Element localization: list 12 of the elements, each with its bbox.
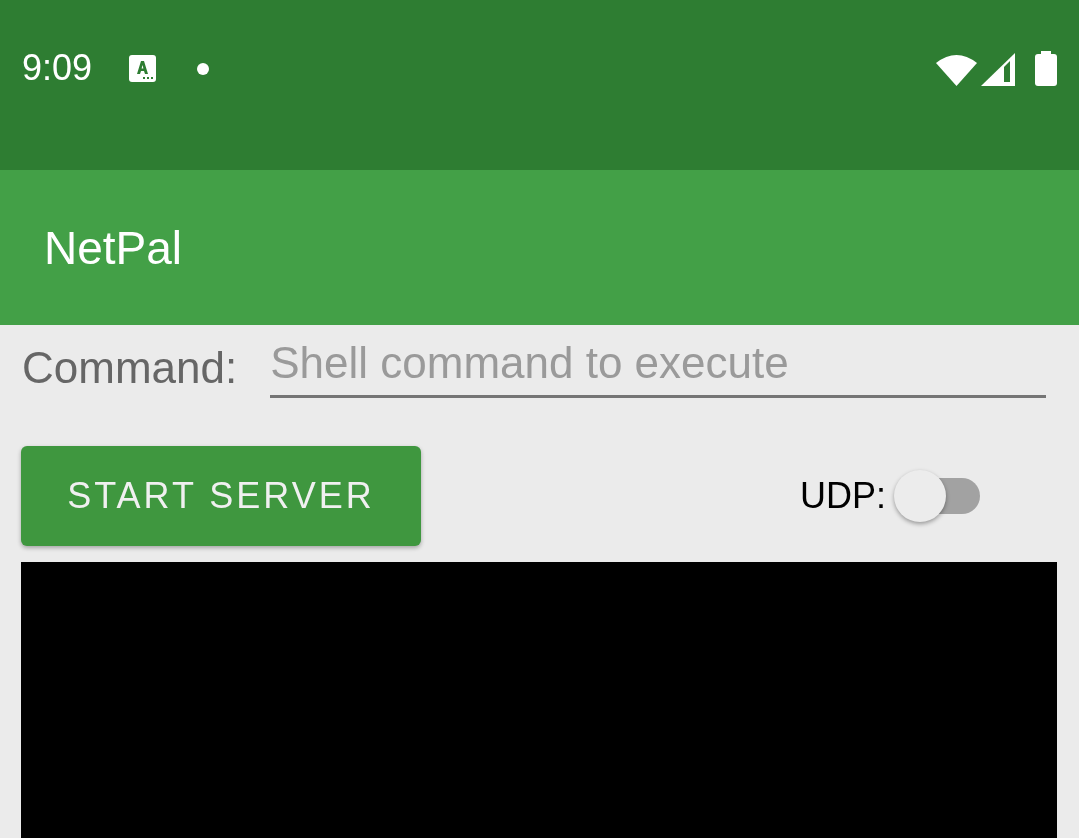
dot-icon bbox=[197, 63, 210, 75]
udp-switch[interactable] bbox=[894, 468, 980, 524]
udp-label: UDP: bbox=[800, 478, 886, 514]
command-label: Command: bbox=[22, 341, 238, 394]
signal-icon bbox=[981, 53, 1015, 86]
battery-icon bbox=[1035, 51, 1057, 86]
app-title: NetPal bbox=[44, 224, 183, 271]
command-input-field[interactable]: Shell command to execute bbox=[270, 337, 1046, 398]
wifi-icon bbox=[936, 53, 977, 86]
start-server-button[interactable]: START SERVER bbox=[21, 446, 421, 546]
keyboard-notification-icon bbox=[129, 55, 157, 82]
clock-time: 9:09 bbox=[22, 46, 93, 90]
